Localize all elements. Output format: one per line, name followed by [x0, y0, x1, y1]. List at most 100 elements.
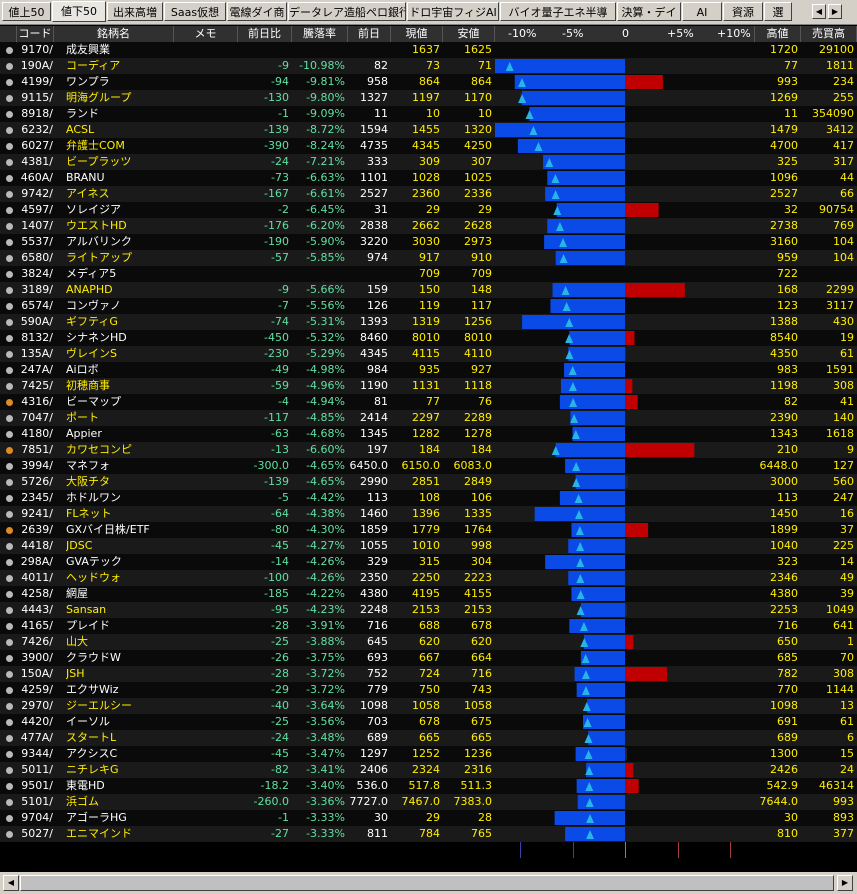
table-row[interactable]: 298A/GVAテック -14 -4.26% 329 315 304 323 14	[0, 554, 857, 570]
table-row[interactable]: 4259/エクサWiz -29 -3.72% 779 750 743 770 1144	[0, 682, 857, 698]
table-row[interactable]: 4418/JDSC -45 -4.27% 1055 1010 998 1040 225	[0, 538, 857, 554]
tab-8[interactable]: 決算・デイ	[617, 2, 681, 21]
stock-name[interactable]: エクサWiz	[66, 682, 174, 698]
stock-name[interactable]: マネフォ	[66, 458, 174, 474]
table-row[interactable]: 5537/アルバリンク -190 -5.90% 3220 3030 2973 3160 104	[0, 234, 857, 250]
table-row[interactable]: 190A/コーディア -9 -10.98% 82 73 71 77 1811	[0, 58, 857, 74]
stock-name[interactable]: ウエストHD	[66, 218, 174, 234]
table-row[interactable]: 9742/アイネス -167 -6.61% 2527 2360 2336 2527 66	[0, 186, 857, 202]
stock-name[interactable]: 初穂商事	[66, 378, 174, 394]
table-row[interactable]: 8918/ランド -1 -9.09% 11 10 10 11 354090	[0, 106, 857, 122]
header-code[interactable]: コード	[17, 26, 54, 42]
table-row[interactable]: 4011/ヘッドウォ -100 -4.26% 2350 2250 2223 2346 49	[0, 570, 857, 586]
stock-name[interactable]: シナネンHD	[66, 330, 174, 346]
header-memo[interactable]: メモ	[174, 26, 238, 42]
stock-name[interactable]: ランド	[66, 106, 174, 122]
tab-5[interactable]: データレア造船ペロ銀行	[288, 2, 406, 21]
stock-name[interactable]: ソレイジア	[66, 202, 174, 218]
stock-name[interactable]: ライトアップ	[66, 250, 174, 266]
stock-name[interactable]: クラウドW	[66, 650, 174, 666]
table-row[interactable]: 150A/JSH -28 -3.72% 752 724 716 782 308	[0, 666, 857, 682]
stock-name[interactable]: 成友興業	[66, 42, 174, 58]
scroll-left-icon[interactable]: ◀	[3, 875, 19, 891]
table-row[interactable]: 4199/ワンプラ -94 -9.81% 958 864 864 993 234	[0, 74, 857, 90]
stock-name[interactable]: ビープラッツ	[66, 154, 174, 170]
table-row[interactable]: 9704/アゴーラHG -1 -3.33% 30 29 28 30 893	[0, 810, 857, 826]
tab-scroll-left-icon[interactable]: ◀	[812, 4, 826, 19]
table-row[interactable]: 6232/ACSL -139 -8.72% 1594 1455 1320 1479 3412	[0, 122, 857, 138]
stock-name[interactable]: アゴーラHG	[66, 810, 174, 826]
header-change[interactable]: 前日比	[238, 26, 292, 42]
table-row[interactable]: 4258/網屋 -185 -4.22% 4380 4195 4155 4380 39	[0, 586, 857, 602]
tab-scroll-right-icon[interactable]: ▶	[828, 4, 842, 19]
table-row[interactable]: 4597/ソレイジア -2 -6.45% 31 29 29 32 90754	[0, 202, 857, 218]
table-row[interactable]: 9170/成友興業 1637 1625 1720 29100	[0, 42, 857, 58]
stock-name[interactable]: 明海グループ	[66, 90, 174, 106]
stock-name[interactable]: エニマインド	[66, 826, 174, 842]
tab-4[interactable]: 電線ダイ商	[227, 2, 287, 21]
table-row[interactable]: 4165/プレイド -28 -3.91% 716 688 678 716 641	[0, 618, 857, 634]
table-row[interactable]: 5011/ニチレキG -82 -3.41% 2406 2324 2316 2426 24	[0, 762, 857, 778]
header-current[interactable]: 現値	[391, 26, 443, 42]
stock-name[interactable]: FLネット	[66, 506, 174, 522]
stock-name[interactable]: スタートL	[66, 730, 174, 746]
tab-11[interactable]: 選	[764, 2, 792, 21]
scroll-thumb[interactable]	[20, 875, 834, 891]
table-row[interactable]: 1407/ウエストHD -176 -6.20% 2838 2662 2628 2738 769	[0, 218, 857, 234]
table-row[interactable]: 477A/スタートL -24 -3.48% 689 665 665 689 6	[0, 730, 857, 746]
stock-name[interactable]: JDSC	[66, 538, 174, 554]
table-row[interactable]: 4180/Appier -63 -4.68% 1345 1282 1278 1343 1618	[0, 426, 857, 442]
stock-name[interactable]: ホドルワン	[66, 490, 174, 506]
table-row[interactable]: 3824/メディア5 709 709 722	[0, 266, 857, 282]
table-row[interactable]: 2970/ジーエルシー -40 -3.64% 1098 1058 1058 1098 13	[0, 698, 857, 714]
stock-name[interactable]: Appier	[66, 426, 174, 442]
stock-name[interactable]: ジーエルシー	[66, 698, 174, 714]
table-row[interactable]: 4443/Sansan -95 -4.23% 2248 2153 2153 2253 1049	[0, 602, 857, 618]
stock-name[interactable]: GXバイ日株/ETF	[66, 522, 174, 538]
table-row[interactable]: 3189/ANAPHD -9 -5.66% 159 150 148 168 2299	[0, 282, 857, 298]
table-row[interactable]: 2345/ホドルワン -5 -4.42% 113 108 106 113 247	[0, 490, 857, 506]
stock-name[interactable]: JSH	[66, 666, 174, 682]
scroll-right-icon[interactable]: ▶	[837, 875, 853, 891]
horizontal-scrollbar[interactable]: ◀ ▶	[0, 872, 857, 894]
stock-name[interactable]: アイネス	[66, 186, 174, 202]
table-row[interactable]: 6574/コンヴァノ -7 -5.56% 126 119 117 123 3117	[0, 298, 857, 314]
stock-name[interactable]: カワセコンピ	[66, 442, 174, 458]
table-row[interactable]: 4381/ビープラッツ -24 -7.21% 333 309 307 325 317	[0, 154, 857, 170]
tab-7[interactable]: バイオ量子エネ半導	[500, 2, 616, 21]
table-row[interactable]: 5101/浜ゴム -260.0 -3.36% 7727.0 7467.0 7383.0 76…	[0, 794, 857, 810]
header-volume[interactable]: 売買高	[801, 26, 857, 42]
stock-name[interactable]: ポート	[66, 410, 174, 426]
table-row[interactable]: 135A/ヴレインS -230 -5.29% 4345 4115 4110 4350 61	[0, 346, 857, 362]
stock-name[interactable]: ANAPHD	[66, 282, 174, 298]
stock-name[interactable]: コンヴァノ	[66, 298, 174, 314]
stock-name[interactable]: コーディア	[66, 58, 174, 74]
stock-name[interactable]: GVAテック	[66, 554, 174, 570]
table-row[interactable]: 7851/カワセコンピ -13 -6.60% 197 184 184 210 9	[0, 442, 857, 458]
table-row[interactable]: 9241/FLネット -64 -4.38% 1460 1396 1335 1450 16	[0, 506, 857, 522]
stock-name[interactable]: ワンプラ	[66, 74, 174, 90]
header-name[interactable]: 銘柄名	[54, 26, 174, 42]
table-row[interactable]: 4420/イーソル -25 -3.56% 703 678 675 691 61	[0, 714, 857, 730]
table-row[interactable]: 9344/アクシスC -45 -3.47% 1297 1252 1236 1300 15	[0, 746, 857, 762]
table-row[interactable]: 3900/クラウドW -26 -3.75% 693 667 664 685 70	[0, 650, 857, 666]
table-row[interactable]: 7425/初穂商事 -59 -4.96% 1190 1131 1118 1198 308	[0, 378, 857, 394]
stock-name[interactable]: 網屋	[66, 586, 174, 602]
stock-name[interactable]: Sansan	[66, 602, 174, 618]
stock-name[interactable]: イーソル	[66, 714, 174, 730]
tab-1[interactable]: 値下50	[52, 1, 106, 22]
table-row[interactable]: 590A/ギフティG -74 -5.31% 1393 1319 1256 1388 430	[0, 314, 857, 330]
stock-name[interactable]: アクシスC	[66, 746, 174, 762]
stock-name[interactable]: アルバリンク	[66, 234, 174, 250]
stock-name[interactable]: 東電HD	[66, 778, 174, 794]
stock-name[interactable]: Aiロボ	[66, 362, 174, 378]
stock-name[interactable]: ビーマップ	[66, 394, 174, 410]
table-row[interactable]: 6027/弁護士COM -390 -8.24% 4735 4345 4250 4700 417	[0, 138, 857, 154]
stock-name[interactable]: プレイド	[66, 618, 174, 634]
stock-name[interactable]: ACSL	[66, 122, 174, 138]
stock-name[interactable]: 浜ゴム	[66, 794, 174, 810]
table-row[interactable]: 7047/ポート -117 -4.85% 2414 2297 2289 2390 140	[0, 410, 857, 426]
header-change-pct[interactable]: 騰落率	[292, 26, 348, 42]
stock-name[interactable]: メディア5	[66, 266, 174, 282]
table-row[interactable]: 4316/ビーマップ -4 -4.94% 81 77 76 82 41	[0, 394, 857, 410]
